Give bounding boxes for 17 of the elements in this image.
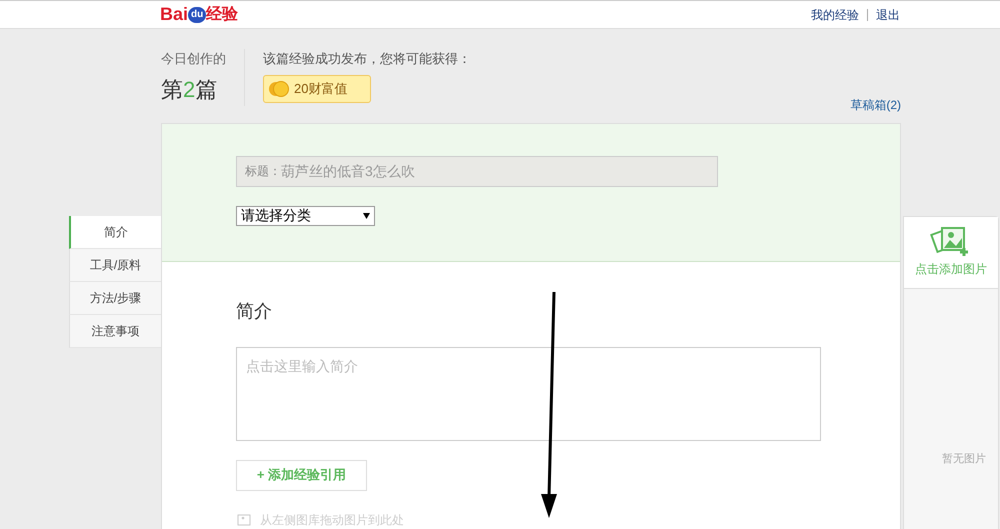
drafts-link[interactable]: 草稿箱(2) bbox=[850, 96, 901, 114]
section-heading: 简介 bbox=[236, 300, 273, 322]
article-count: 第2篇 bbox=[161, 76, 218, 104]
reward-note: 该篇经验成功发布，您将可能获得： bbox=[263, 50, 472, 68]
section-tab[interactable]: 简介 bbox=[69, 216, 161, 248]
section-tab[interactable]: 注意事项 bbox=[69, 314, 161, 348]
reward-badge: 20财富值 bbox=[263, 74, 371, 102]
category-select[interactable]: 请选择分类 bbox=[236, 206, 375, 226]
header-link[interactable]: 我的经验 bbox=[811, 6, 859, 24]
empty-images-label: 暂无图片 bbox=[942, 452, 987, 466]
section-tab[interactable]: 工具/原料 bbox=[69, 248, 161, 282]
coin-icon bbox=[268, 80, 290, 98]
image-icon bbox=[236, 514, 252, 526]
header-link[interactable]: 退出 bbox=[876, 6, 900, 24]
dropdown-caret-icon bbox=[363, 212, 370, 218]
section-tab[interactable]: 方法/步骤 bbox=[69, 282, 161, 314]
stats-label: 今日创作的 bbox=[161, 50, 227, 68]
